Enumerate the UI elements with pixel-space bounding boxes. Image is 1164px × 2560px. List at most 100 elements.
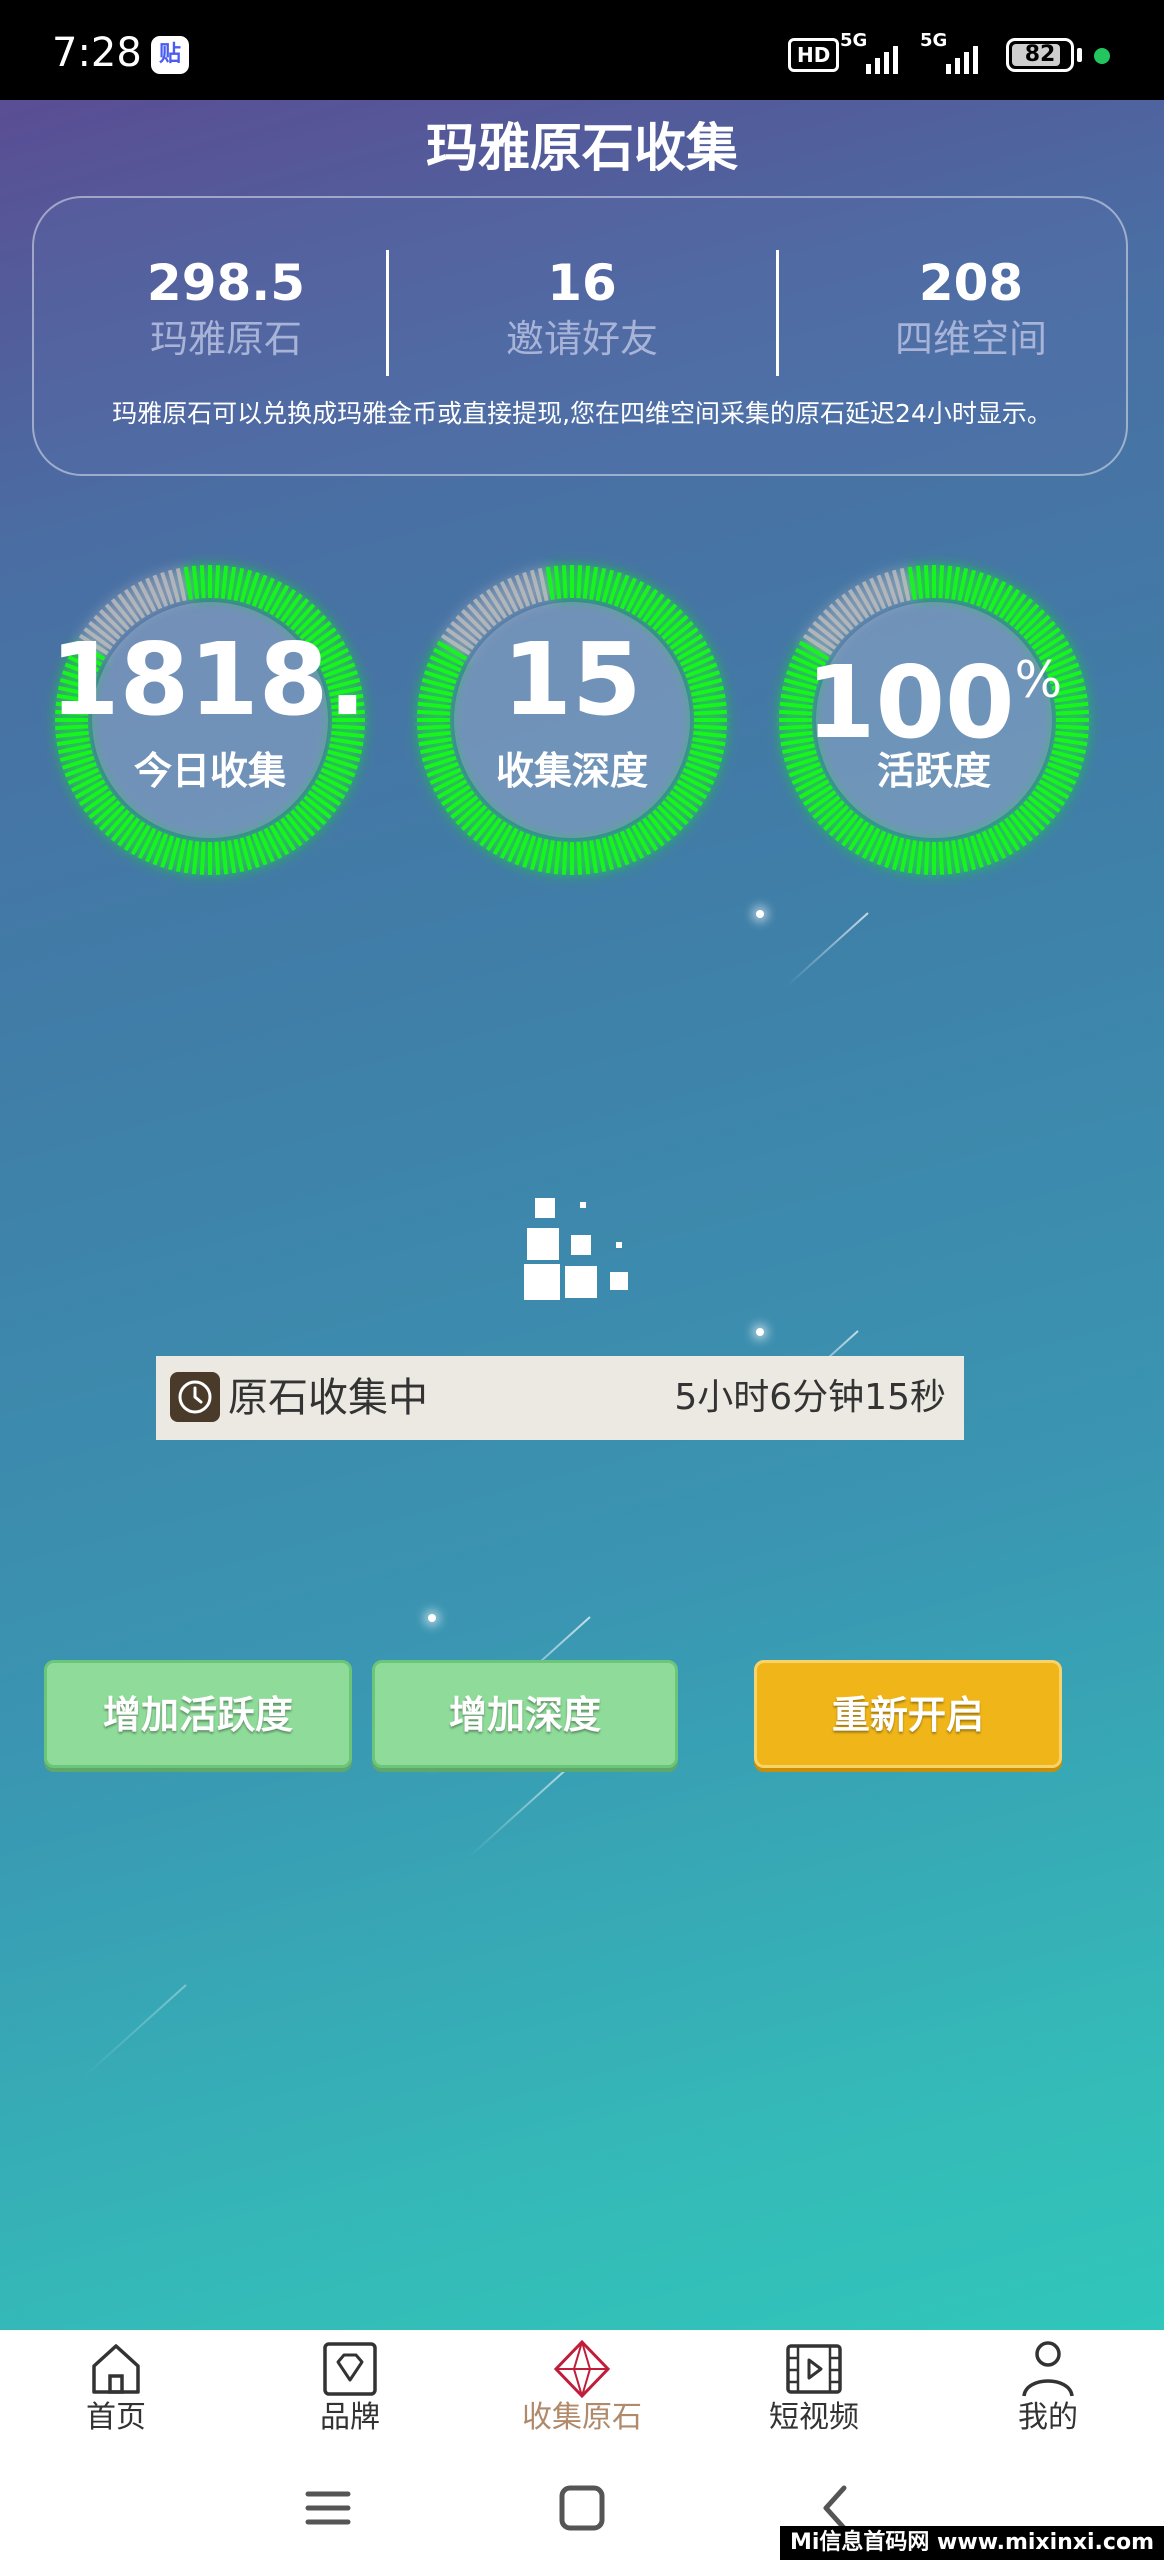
- ring-tick: [944, 565, 953, 599]
- ring-tick: [693, 730, 727, 739]
- ring-tick: [537, 567, 549, 602]
- ring-tick: [537, 838, 549, 873]
- ring-tick: [227, 566, 237, 600]
- ring-tick: [915, 565, 924, 599]
- ring-tick: [595, 838, 607, 873]
- ring-tick: [915, 841, 924, 875]
- privacy-indicator-dot: [1094, 48, 1110, 64]
- ring-value-suffix: %: [1014, 651, 1063, 709]
- ring-tick: [951, 566, 961, 600]
- ring-label: 今日收集: [133, 749, 286, 793]
- ring-tick: [227, 840, 237, 874]
- stat-4d-space[interactable]: 208 四维空间: [821, 253, 1121, 365]
- ring-tick: [582, 841, 591, 875]
- ring-tick: [233, 567, 245, 602]
- increase-activity-button[interactable]: 增加活跃度: [44, 1660, 352, 1768]
- ring-tick: [944, 841, 953, 875]
- ring-today-collected: 1818.5 今日收集: [50, 560, 370, 880]
- countdown-timer: 5小时6分钟15秒: [674, 1377, 946, 1418]
- stat-label: 四维空间: [894, 317, 1047, 361]
- nav-label: 首页: [86, 2400, 146, 2435]
- meteor-decoration: [467, 1756, 581, 1859]
- page-title: 玛雅原石收集: [425, 119, 738, 179]
- stat-invited-friends[interactable]: 16 邀请好友: [432, 253, 732, 365]
- ring-value: 1818.5: [50, 630, 370, 730]
- divider: [386, 250, 389, 376]
- ring-collect-depth: 15 收集深度: [412, 560, 732, 880]
- ring-value: 15: [502, 630, 642, 730]
- divider: [776, 250, 779, 376]
- stat-value: 208: [918, 254, 1024, 312]
- ring-tick: [214, 841, 221, 875]
- home-icon: [92, 2344, 140, 2394]
- collecting-label: 原石收集中: [228, 1375, 428, 1421]
- signal-icon: 5G: [840, 30, 910, 76]
- ring-tick: [589, 566, 599, 600]
- nav-item-brand[interactable]: 品牌: [270, 2340, 430, 2450]
- spark-decoration: [756, 1328, 764, 1336]
- nav-item-short-video[interactable]: 短视频: [734, 2340, 894, 2450]
- ring-tick: [582, 565, 591, 599]
- nav-label: 短视频: [769, 2400, 859, 2435]
- stat-value: 298.5: [146, 254, 306, 312]
- nav-item-home[interactable]: 首页: [36, 2340, 196, 2450]
- person-icon: [1022, 2341, 1074, 2397]
- ring-tick: [233, 838, 245, 873]
- network-type-label-2: 5G: [920, 30, 948, 51]
- ring-activity: 100% 活跃度: [774, 560, 1094, 880]
- ring-tick: [545, 840, 555, 874]
- ring-tick: [191, 565, 200, 599]
- ring-tick: [561, 841, 568, 875]
- network-type-label: 5G: [840, 30, 868, 51]
- video-icon: [786, 2344, 842, 2394]
- stat-maya-stones: 298.5 玛雅原石: [76, 253, 376, 365]
- nav-item-collect-stones[interactable]: 收集原石: [502, 2340, 662, 2450]
- status-bar: 7:28 贴 HD 5G 5G 82: [0, 0, 1164, 100]
- stat-label: 邀请好友: [505, 317, 658, 361]
- signal-icon-2: 5G: [920, 30, 990, 76]
- gem-icon: [554, 2340, 610, 2398]
- ring-tick: [220, 841, 229, 875]
- restart-button[interactable]: 重新开启: [754, 1660, 1062, 1768]
- ring-value: 100%: [774, 630, 1094, 753]
- ring-tick: [191, 841, 200, 875]
- battery-icon: 82: [1006, 38, 1074, 72]
- diamond-tag-icon: [323, 2342, 377, 2396]
- ring-tick: [923, 565, 930, 599]
- collecting-status-bar: 原石收集中 5小时6分钟15秒: [156, 1356, 964, 1440]
- meteor-decoration: [785, 912, 869, 988]
- ring-tick: [183, 566, 193, 600]
- menu-icon[interactable]: [298, 2478, 358, 2538]
- spark-decoration: [756, 910, 764, 918]
- bottom-nav: 首页 品牌 收集原石 短视频 我的: [0, 2330, 1164, 2450]
- ring-tick: [907, 840, 917, 874]
- ring-tick: [923, 841, 930, 875]
- system-nav-bar: Mi信息首码网 www.mixinxi.com: [0, 2450, 1164, 2560]
- ring-tick: [199, 565, 206, 599]
- ring-tick: [175, 567, 187, 602]
- tieba-app-icon: 贴: [151, 36, 189, 74]
- ring-tick: [220, 565, 229, 599]
- home-square-icon[interactable]: [552, 2478, 612, 2538]
- nav-item-me[interactable]: 我的: [968, 2340, 1128, 2450]
- ring-tick: [899, 838, 911, 873]
- watermark-text: Mi信息首码网 www.mixinxi.com: [779, 2526, 1164, 2560]
- ring-tick: [199, 841, 206, 875]
- stats-card: 298.5 玛雅原石 16 邀请好友 208 四维空间 玛雅原石可以兑换成玛雅金…: [32, 196, 1128, 476]
- ring-label: 活跃度: [876, 749, 991, 793]
- nav-label: 品牌: [320, 2400, 380, 2435]
- app-content: 玛雅原石收集 298.5 玛雅原石 16 邀请好友 208 四维空间 玛雅原石可…: [0, 100, 1164, 2330]
- ring-tick: [576, 841, 583, 875]
- ring-tick: [183, 840, 193, 874]
- ring-tick: [331, 730, 365, 739]
- ring-tick: [899, 567, 911, 602]
- ring-tick: [417, 730, 451, 739]
- status-time: 7:28: [52, 30, 142, 76]
- stats-note: 玛雅原石可以兑换成玛雅金币或直接提现,您在四维空间采集的原石延迟24小时显示。: [112, 399, 1052, 428]
- increase-depth-button[interactable]: 增加深度: [372, 1660, 678, 1768]
- hd-voice-icon: HD: [788, 38, 840, 72]
- spark-decoration: [428, 1614, 436, 1622]
- ring-tick: [55, 730, 89, 739]
- ring-tick: [957, 838, 969, 873]
- ring-tick: [545, 566, 555, 600]
